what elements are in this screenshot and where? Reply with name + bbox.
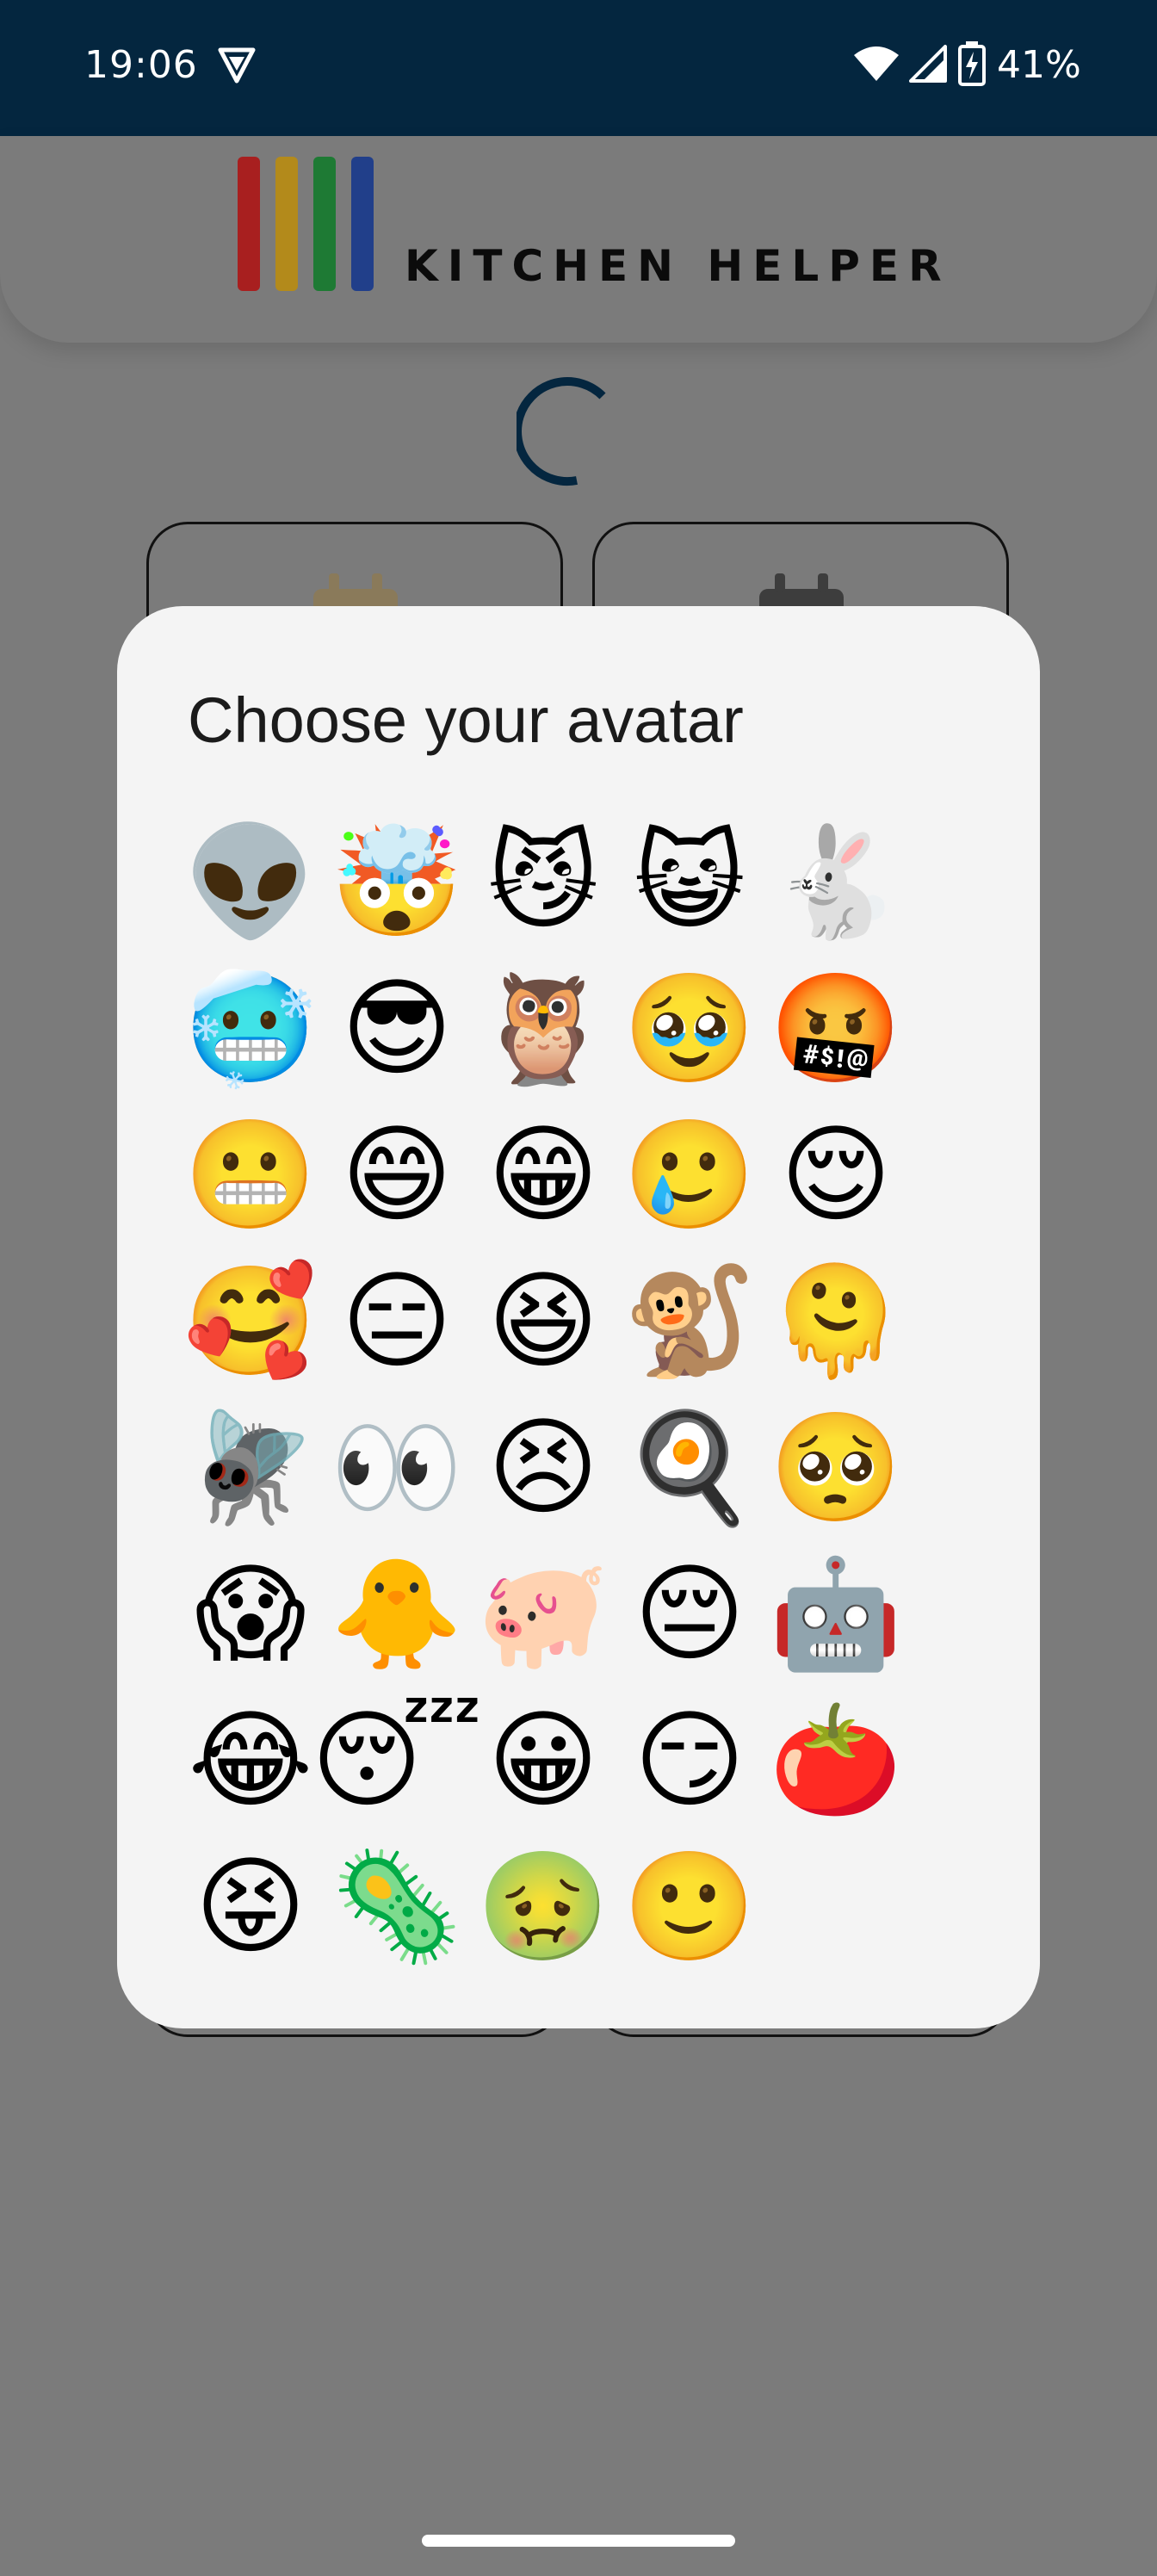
home-indicator[interactable] [422,2535,735,2547]
beaming-face-icon: 😁 [487,1113,599,1237]
dialog-title: Choose your avatar [188,684,744,756]
avatar-option-smirking-face[interactable]: 😏 [616,1687,763,1834]
holding-back-tears-icon: 🥹 [622,967,757,1091]
cool-sunglasses-icon: 😎 [341,967,453,1091]
avatar-option-grinning-face[interactable]: 😀 [470,1687,616,1834]
sleeping-face-icon: 😴 [311,1699,483,1823]
avatar-option-grinning-smiling-eyes[interactable]: 😄 [324,1102,470,1248]
avatar-option-sleeping-face[interactable]: 😴 [312,1687,483,1834]
robot-icon: 🤖 [769,1552,903,1676]
pleading-face-icon: 🥺 [769,1406,903,1530]
smiling-with-tear-icon: 🥲 [622,1113,757,1237]
avatar-option-smiling-with-tear[interactable]: 🥲 [616,1102,763,1248]
screaming-in-fear-icon: 😱 [195,1552,306,1676]
avatar-option-baby-chick[interactable]: 🐥 [324,1541,470,1687]
microbe-icon: 🦠 [330,1845,464,1969]
fly-icon: 🪰 [183,1406,318,1530]
avatar-option-pig[interactable]: 🐖 [470,1541,616,1687]
persevering-face-icon: 😣 [487,1406,599,1530]
avatar-option-exploding-head[interactable]: 🤯 [324,809,470,956]
smirking-cat-icon: 😼 [487,820,599,944]
slightly-smiling-face-icon: 🙂 [622,1845,757,1969]
cursing-face-icon: 🤬 [769,967,903,1091]
vpn-icon [218,47,256,84]
avatar-grid: 👽 🤯 😼 😺 🐇 🥶 😎 🦉 🥹 🤬 😬 😄 😁 🥲 😌 🥰 😑 😆 🐒 🫠 🪰 👀 😣 🍳 🥺 😱 🐥 🐖 😔 🤖 😂 😴 😀 😏 🍅 😝 🦠 🤢 🙂 [177,809,918,1980]
avatar-option-relieved-sleepy[interactable]: 😌 [763,1102,909,1248]
avatar-option-nauseated-face[interactable]: 🤢 [470,1834,616,1980]
melting-face-icon: 🫠 [769,1260,903,1384]
avatar-option-holding-back-tears[interactable]: 🥹 [616,956,763,1102]
squinting-laughing-icon: 😆 [487,1260,599,1384]
pensive-face-icon: 😔 [634,1552,746,1676]
avatar-option-grimacing-face[interactable]: 😬 [177,1102,324,1248]
avatar-option-melting-face[interactable]: 🫠 [763,1248,909,1395]
app-logo-icon [238,157,374,291]
signal-icon [909,45,947,83]
squinting-tongue-icon: 😝 [195,1845,306,1969]
pig-icon: 🐖 [476,1552,610,1676]
avatar-option-tears-of-joy[interactable]: 😂 [177,1687,324,1834]
avatar-option-beaming-face[interactable]: 😁 [470,1102,616,1248]
avatar-option-monkey[interactable]: 🐒 [616,1248,763,1395]
avatar-option-squinting-laughing[interactable]: 😆 [470,1248,616,1395]
avatar-option-eyes[interactable]: 👀 [324,1395,470,1541]
avatar-option-fried-egg[interactable]: 🍳 [616,1395,763,1541]
status-bar: 19:06 41% [0,0,1157,136]
app-header [0,136,1157,343]
avatar-option-persevering-face[interactable]: 😣 [470,1395,616,1541]
status-time: 19:06 [84,43,198,87]
app-title: KITCHEN HELPER [405,241,951,291]
avatar-option-alien[interactable]: 👽 [177,809,324,956]
relieved-sleepy-icon: 😌 [780,1113,892,1237]
battery-charging-icon [958,41,986,86]
grinning-face-icon: 😀 [487,1699,599,1823]
baby-chick-icon: 🐥 [330,1552,464,1676]
wifi-icon [854,46,899,81]
smiling-hearts-icon: 🥰 [183,1260,318,1384]
avatar-option-pleading-face[interactable]: 🥺 [763,1395,909,1541]
loading-spinner-icon [517,377,606,486]
cold-face-icon: 🥶 [183,967,318,1091]
rabbit-icon: 🐇 [769,820,903,944]
tomato-icon: 🍅 [769,1699,903,1823]
avatar-dialog: Choose your avatar 👽 🤯 😼 😺 🐇 🥶 😎 🦉 🥹 🤬 😬 😄 😁 🥲 😌 🥰 😑 😆 🐒 🫠 🪰… [117,606,1040,2028]
alien-icon: 👽 [183,820,318,944]
grinning-smiling-eyes-icon: 😄 [341,1113,453,1237]
avatar-option-rabbit[interactable]: 🐇 [763,809,909,956]
monkey-icon: 🐒 [622,1260,757,1384]
smirking-face-icon: 😏 [634,1699,746,1823]
avatar-option-smirking-cat[interactable]: 😼 [470,809,616,956]
avatar-option-squinting-tongue[interactable]: 😝 [177,1834,324,1980]
tears-of-joy-icon: 😂 [188,1699,313,1823]
battery-percentage: 41% [997,43,1081,87]
nauseated-face-icon: 🤢 [476,1845,610,1969]
avatar-option-cursing-face[interactable]: 🤬 [763,956,909,1102]
avatar-option-tomato[interactable]: 🍅 [763,1687,909,1834]
avatar-option-pensive-face[interactable]: 😔 [616,1541,763,1687]
eyes-icon: 👀 [330,1406,464,1530]
expressionless-icon: 😑 [341,1260,453,1384]
avatar-option-slightly-smiling-face[interactable]: 🙂 [616,1834,763,1980]
grimacing-face-icon: 😬 [183,1113,318,1237]
avatar-option-screaming-in-fear[interactable]: 😱 [177,1541,324,1687]
owl-icon: 🦉 [476,967,610,1091]
fried-egg-icon: 🍳 [622,1406,757,1530]
avatar-option-cold-face[interactable]: 🥶 [177,956,324,1102]
avatar-option-microbe[interactable]: 🦠 [324,1834,470,1980]
avatar-option-owl[interactable]: 🦉 [470,956,616,1102]
avatar-option-robot[interactable]: 🤖 [763,1541,909,1687]
avatar-option-smiling-hearts[interactable]: 🥰 [177,1248,324,1395]
avatar-option-cool-sunglasses[interactable]: 😎 [324,956,470,1102]
avatar-option-grinning-cat[interactable]: 😺 [616,809,763,956]
grinning-cat-icon: 😺 [634,820,746,944]
avatar-option-expressionless[interactable]: 😑 [324,1248,470,1395]
exploding-head-icon: 🤯 [330,820,464,944]
avatar-option-fly[interactable]: 🪰 [177,1395,324,1541]
